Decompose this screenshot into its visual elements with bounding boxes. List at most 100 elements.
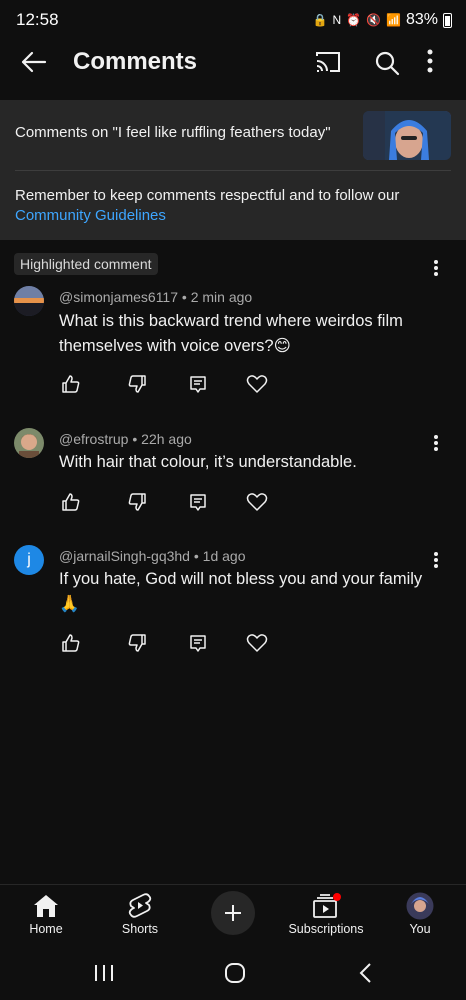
thumbs-down-icon <box>128 375 146 393</box>
heart-button[interactable] <box>245 372 269 396</box>
comment-time: 1d ago <box>202 548 246 564</box>
comment-more-button[interactable] <box>428 258 444 278</box>
shorts-icon-wrap <box>95 893 185 919</box>
comment-author[interactable]: @simonjames6117 <box>59 289 178 305</box>
comment-author[interactable]: @jarnailSingh-gq3hd <box>59 548 190 564</box>
video-context-label[interactable]: Comments on "I feel like ruffling feathe… <box>15 124 331 141</box>
nav-shorts[interactable]: Shorts <box>95 885 185 947</box>
back-button[interactable] <box>18 42 50 82</box>
battery-percent: 83% <box>405 11 438 28</box>
reply-icon <box>190 376 206 393</box>
avatar[interactable] <box>14 286 44 316</box>
comment-actions <box>59 490 289 514</box>
profile-avatar-image <box>14 428 44 458</box>
guidelines-text: Remember to keep comments respectful and… <box>15 187 400 204</box>
comment-meta: @simonjames6117 • 2 min ago <box>59 289 253 305</box>
sunset-avatar-image <box>14 286 44 316</box>
comment-time: 2 min ago <box>190 289 253 305</box>
nav-label: Subscriptions <box>288 922 364 936</box>
reply-button[interactable] <box>186 631 210 655</box>
dislike-button[interactable] <box>125 490 149 514</box>
home-system-button[interactable] <box>220 958 250 988</box>
thumbs-down-icon <box>128 634 146 652</box>
nav-label: You <box>409 922 431 936</box>
home-circle-icon <box>225 963 245 983</box>
notification-dot <box>333 893 341 901</box>
back-system-button[interactable] <box>351 958 381 988</box>
nav-label: Home <box>29 922 63 936</box>
home-icon <box>34 895 58 917</box>
avatar-wrap <box>375 892 465 920</box>
more-options-button[interactable] <box>426 48 434 79</box>
highlighted-comment-badge: Highlighted comment <box>14 253 158 275</box>
guidelines-notice: Remember to keep comments respectful and… <box>15 186 445 226</box>
back-arrow-icon <box>21 51 47 73</box>
avatar <box>406 892 434 920</box>
heart-icon <box>246 493 268 511</box>
heart-button[interactable] <box>245 631 269 655</box>
comment-text: If you hate, God will not bless you and … <box>59 570 423 613</box>
recents-button[interactable] <box>89 958 119 988</box>
nav-label: Shorts <box>121 922 159 936</box>
search-button[interactable] <box>374 50 400 81</box>
status-icons: 🔒 N ⏰ 🔇 📶 83% <box>312 11 452 29</box>
comment-text: What is this backward trend where weirdo… <box>59 312 403 355</box>
dislike-button[interactable] <box>125 372 149 396</box>
reply-button[interactable] <box>186 372 210 396</box>
battery-icon <box>443 12 452 28</box>
nav-subscriptions[interactable]: Subscriptions <box>281 885 371 947</box>
nfc-icon: N <box>332 13 342 27</box>
thumbs-up-icon <box>62 375 80 393</box>
status-bar: 12:58 🔒 N ⏰ 🔇 📶 83% <box>0 0 466 40</box>
avatar[interactable]: j <box>14 545 44 575</box>
system-navigation-bar <box>0 946 466 1000</box>
community-guidelines-link[interactable]: Community Guidelines <box>15 207 166 224</box>
wifi-icon: 📶 <box>386 13 401 27</box>
cast-icon <box>316 52 340 72</box>
more-vertical-icon <box>427 49 433 73</box>
mute-icon: 🔇 <box>366 13 382 27</box>
reply-icon <box>190 635 206 652</box>
status-time: 12:58 <box>16 10 59 29</box>
reply-button[interactable] <box>186 490 210 514</box>
alarm-icon: ⏰ <box>346 13 362 27</box>
comment-author[interactable]: @efrostrup <box>59 431 128 447</box>
thumbs-up-icon <box>62 493 80 511</box>
comment-meta: @efrostrup • 22h ago <box>59 431 192 447</box>
subscriptions-icon-wrap <box>281 893 371 919</box>
page-title: Comments <box>73 48 198 75</box>
search-icon <box>375 51 400 76</box>
subscriptions-icon <box>313 893 341 918</box>
reply-icon <box>190 494 206 511</box>
comment-actions <box>59 372 289 396</box>
nav-you[interactable]: You <box>375 885 465 947</box>
plus-icon <box>225 905 241 921</box>
comment-text: With hair that colour, it’s understandab… <box>59 453 357 471</box>
heart-icon <box>246 375 268 393</box>
more-vertical-icon <box>434 260 438 276</box>
lock-icon: 🔒 <box>312 13 328 27</box>
video-thumbnail[interactable] <box>363 111 451 160</box>
like-button[interactable] <box>59 631 83 655</box>
comment-meta: @jarnailSingh-gq3hd • 1d ago <box>59 548 246 564</box>
cast-button[interactable] <box>314 50 342 79</box>
panel-divider <box>15 170 451 171</box>
avatar-letter: j <box>27 551 31 568</box>
avatar[interactable] <box>14 428 44 458</box>
thumbs-down-icon <box>128 493 146 511</box>
nav-home[interactable]: Home <box>1 885 91 947</box>
heart-button[interactable] <box>245 490 269 514</box>
like-button[interactable] <box>59 372 83 396</box>
heart-icon <box>246 634 268 652</box>
home-icon-wrap <box>1 893 91 919</box>
recents-icon <box>95 965 113 981</box>
dislike-button[interactable] <box>125 631 149 655</box>
like-button[interactable] <box>59 490 83 514</box>
comment-time: 22h ago <box>141 431 192 447</box>
shorts-icon <box>128 893 152 918</box>
back-chevron-icon <box>359 963 371 983</box>
thumbs-up-icon <box>62 634 80 652</box>
thumbnail-image <box>363 111 451 160</box>
create-button[interactable] <box>211 891 255 935</box>
comment-actions <box>59 631 289 655</box>
